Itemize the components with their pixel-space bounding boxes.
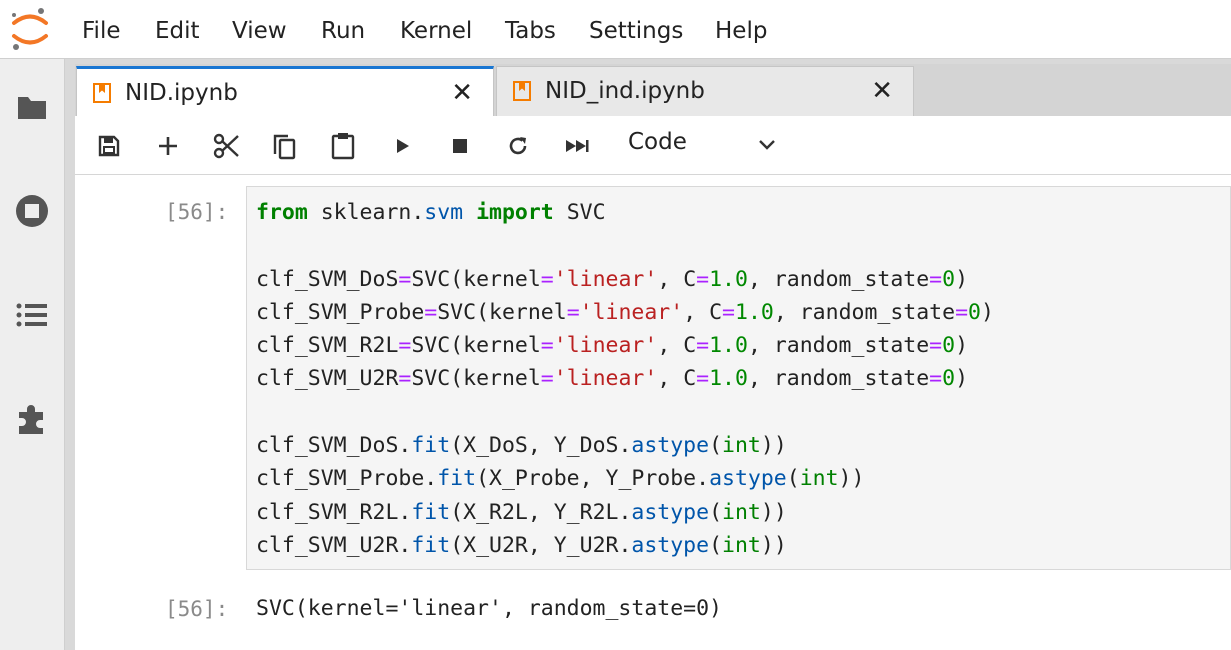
chevron-down-icon[interactable] — [756, 134, 778, 156]
notebook-icon — [93, 83, 111, 103]
menu-file[interactable]: File — [82, 17, 121, 45]
tab-label: NID.ipynb — [125, 80, 238, 106]
restart-icon[interactable] — [504, 132, 532, 160]
close-icon[interactable]: ✕ — [451, 79, 473, 107]
menu-kernel[interactable]: Kernel — [400, 17, 472, 45]
output-text: SVC(kernel='linear', random_state=0) — [256, 596, 722, 621]
cell-type-select[interactable]: Code — [628, 128, 687, 156]
menu-run[interactable]: Run — [321, 17, 365, 45]
code-line: clf_SVM_Probe=SVC(kernel='linear', C=1.0… — [256, 299, 994, 325]
tab-nid-ipynb[interactable]: NID.ipynb ✕ — [76, 66, 494, 116]
menu-edit[interactable]: Edit — [155, 17, 200, 45]
menu-view[interactable]: View — [232, 17, 287, 45]
close-icon[interactable]: ✕ — [871, 77, 893, 105]
code-block[interactable]: from sklearn.svm import SVC clf_SVM_DoS=… — [256, 196, 994, 562]
output-prompt: [56]: — [165, 597, 229, 621]
code-line: clf_SVM_U2R=SVC(kernel='linear', C=1.0, … — [256, 366, 969, 392]
run-all-icon[interactable] — [563, 132, 591, 160]
stop-icon[interactable] — [446, 132, 474, 160]
left-sidebar — [0, 59, 65, 650]
paste-icon[interactable] — [329, 132, 357, 160]
code-line: clf_SVM_U2R.fit(X_U2R, Y_U2R.astype(int)… — [256, 532, 787, 558]
save-icon[interactable] — [95, 132, 123, 160]
tab-label: NID_ind.ipynb — [545, 78, 705, 104]
jupyter-logo-icon[interactable] — [10, 6, 50, 52]
code-line: clf_SVM_Probe.fit(X_Probe, Y_Probe.astyp… — [256, 466, 865, 492]
code-line: clf_SVM_DoS=SVC(kernel='linear', C=1.0, … — [256, 266, 969, 292]
folder-icon[interactable] — [12, 87, 52, 127]
run-icon[interactable] — [388, 132, 416, 160]
input-prompt: [56]: — [165, 200, 229, 224]
menu-bar: File Edit View Run Kernel Tabs Settings … — [0, 0, 1231, 59]
cut-icon[interactable] — [212, 132, 240, 160]
stop-circle-icon[interactable] — [12, 191, 52, 231]
puzzle-icon[interactable] — [12, 399, 52, 439]
add-icon[interactable] — [154, 132, 182, 160]
code-line: clf_SVM_R2L.fit(X_R2L, Y_R2L.astype(int)… — [256, 499, 787, 525]
tab-nid-ind-ipynb[interactable]: NID_ind.ipynb ✕ — [496, 66, 914, 116]
menu-tabs[interactable]: Tabs — [505, 17, 556, 45]
code-line: from sklearn.svm import SVC — [256, 200, 606, 225]
copy-icon[interactable] — [270, 132, 298, 160]
notebook-icon — [513, 81, 531, 101]
menu-settings[interactable]: Settings — [589, 17, 683, 45]
code-line: clf_SVM_R2L=SVC(kernel='linear', C=1.0, … — [256, 333, 969, 359]
menu-help[interactable]: Help — [715, 17, 767, 45]
list-icon[interactable] — [12, 295, 52, 335]
code-line: clf_SVM_DoS.fit(X_DoS, Y_DoS.astype(int)… — [256, 433, 787, 459]
